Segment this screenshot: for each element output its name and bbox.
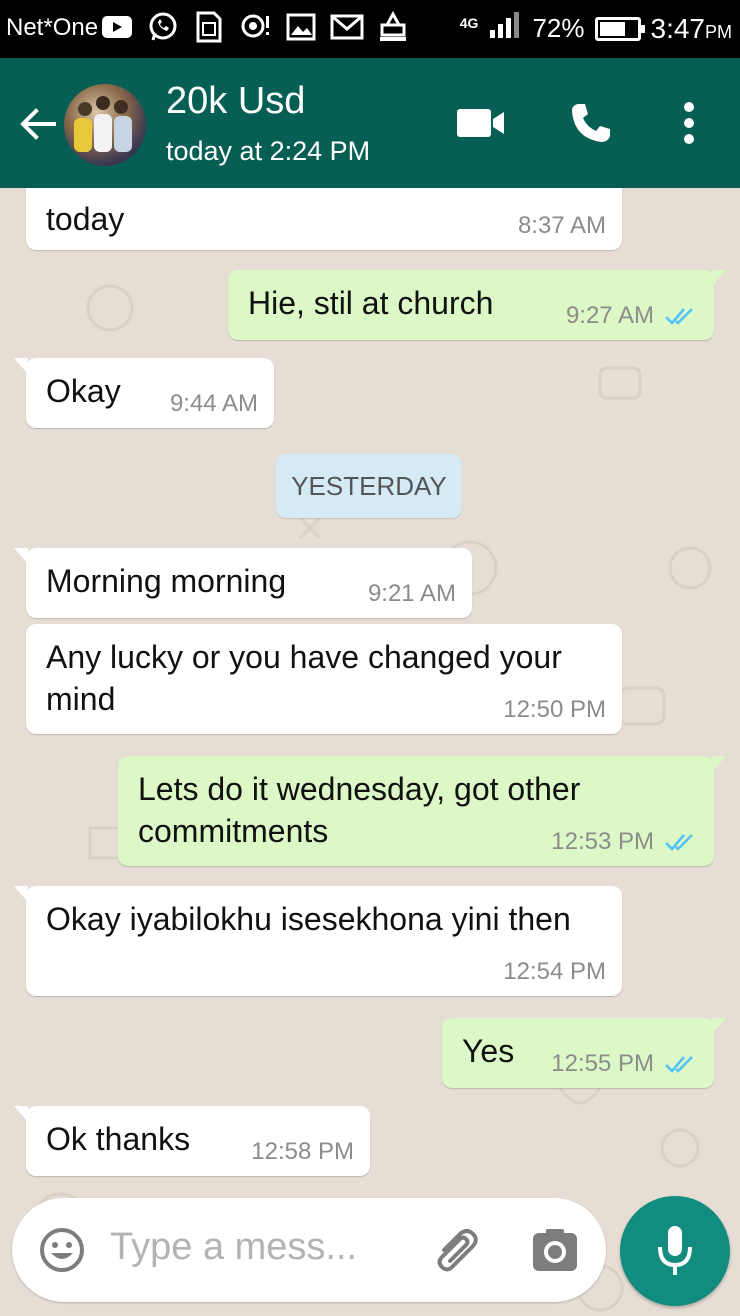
clock-time: 3:47	[650, 12, 706, 44]
message-meta: 8:37 AM	[518, 212, 606, 240]
bubble-tail	[14, 358, 28, 374]
signal-icon	[488, 10, 522, 47]
read-ticks-icon	[665, 1056, 693, 1073]
microphone-button[interactable]	[620, 1196, 730, 1306]
bubble-tail	[712, 756, 726, 772]
read-ticks-icon	[665, 308, 693, 325]
message-time: 9:27 AM	[565, 302, 654, 329]
last-seen: today at 2:24 PM	[166, 136, 371, 166]
message-incoming[interactable]: Any lucky or you have changed your mind …	[26, 624, 622, 734]
bubble-tail	[712, 1018, 726, 1034]
read-ticks-icon	[665, 834, 693, 851]
back-arrow-icon[interactable]	[16, 102, 60, 146]
message-text: today	[46, 201, 125, 237]
message-incoming[interactable]: today 8:37 AM	[26, 188, 622, 250]
notification-icons	[100, 10, 410, 44]
more-options-icon[interactable]	[664, 98, 714, 148]
message-incoming[interactable]: Morning morning 9:21 AM	[14, 548, 472, 618]
message-meta: 9:27 AM	[566, 302, 698, 330]
notification-icon	[376, 10, 410, 44]
chat-area[interactable]: today 8:37 AM Hie, stil at church 9:27 A…	[0, 188, 740, 1316]
bubble-tail	[712, 270, 726, 286]
message-composer[interactable]: Type a mess...	[12, 1198, 606, 1302]
date-divider: YESTERDAY	[276, 454, 462, 518]
bubble-tail	[14, 548, 28, 564]
battery-fill	[599, 21, 626, 36]
message-meta: 12:53 PM	[551, 828, 698, 856]
contact-name[interactable]: 20k Usd	[166, 80, 305, 123]
whatsapp-icon	[146, 10, 180, 44]
battery-percent: 72%	[532, 13, 585, 43]
message-time: 12:50 PM	[503, 696, 606, 723]
message-time: 12:58 PM	[251, 1138, 354, 1165]
network-type: 4G	[459, 14, 479, 31]
voice-call-icon[interactable]	[566, 98, 616, 148]
bubble-tail	[14, 1106, 28, 1122]
message-time: 12:55 PM	[551, 1050, 654, 1077]
youtube-icon	[100, 10, 134, 44]
message-meta: 12:58 PM	[251, 1138, 354, 1166]
message-text: Any lucky or you have changed your mind	[46, 639, 562, 717]
battery-icon	[594, 16, 645, 41]
message-time: 12:54 PM	[503, 958, 606, 985]
message-time: 8:37 AM	[517, 212, 606, 239]
clock: 3:47PM	[651, 13, 733, 45]
message-meta: 12:50 PM	[503, 696, 606, 724]
hotspot-icon	[238, 10, 272, 44]
chat-header: 20k Usd today at 2:24 PM	[0, 58, 740, 188]
status-right: 4G 72% 3:47PM	[460, 10, 732, 47]
bubble-tail	[14, 886, 28, 902]
message-meta: 12:55 PM	[551, 1050, 698, 1078]
message-time: 12:53 PM	[551, 828, 654, 855]
message-text: Okay iyabilokhu isesekhona yini then	[46, 901, 571, 937]
gmail-icon	[330, 10, 364, 44]
message-time: 9:44 AM	[169, 390, 258, 417]
video-call-icon[interactable]	[456, 98, 506, 148]
message-time: 9:21 AM	[367, 580, 456, 607]
message-meta: 12:54 PM	[503, 958, 606, 986]
message-outgoing[interactable]: Yes 12:55 PM	[442, 1018, 726, 1088]
camera-icon[interactable]	[532, 1228, 578, 1274]
sim-icon	[192, 10, 226, 44]
message-meta: 9:21 AM	[368, 580, 456, 608]
message-incoming[interactable]: Okay 9:44 AM	[14, 358, 274, 428]
message-outgoing[interactable]: Lets do it wednesday, got other commitme…	[118, 756, 726, 866]
status-bar: Net*One 4G 72% 3:47PM	[0, 0, 740, 58]
emoji-icon[interactable]	[38, 1226, 86, 1274]
message-meta: 9:44 AM	[170, 390, 258, 418]
clock-ampm: PM	[705, 21, 732, 42]
gallery-icon	[284, 10, 318, 44]
message-incoming[interactable]: Ok thanks 12:58 PM	[14, 1106, 370, 1176]
message-incoming[interactable]: Okay iyabilokhu isesekhona yini then 12:…	[14, 886, 622, 996]
message-outgoing[interactable]: Hie, stil at church 9:27 AM	[228, 270, 726, 340]
attach-icon[interactable]	[430, 1226, 480, 1276]
contact-avatar[interactable]	[64, 84, 146, 166]
message-input[interactable]: Type a mess...	[110, 1226, 357, 1269]
microphone-icon	[658, 1226, 692, 1275]
carrier-label: Net*One	[6, 14, 99, 41]
